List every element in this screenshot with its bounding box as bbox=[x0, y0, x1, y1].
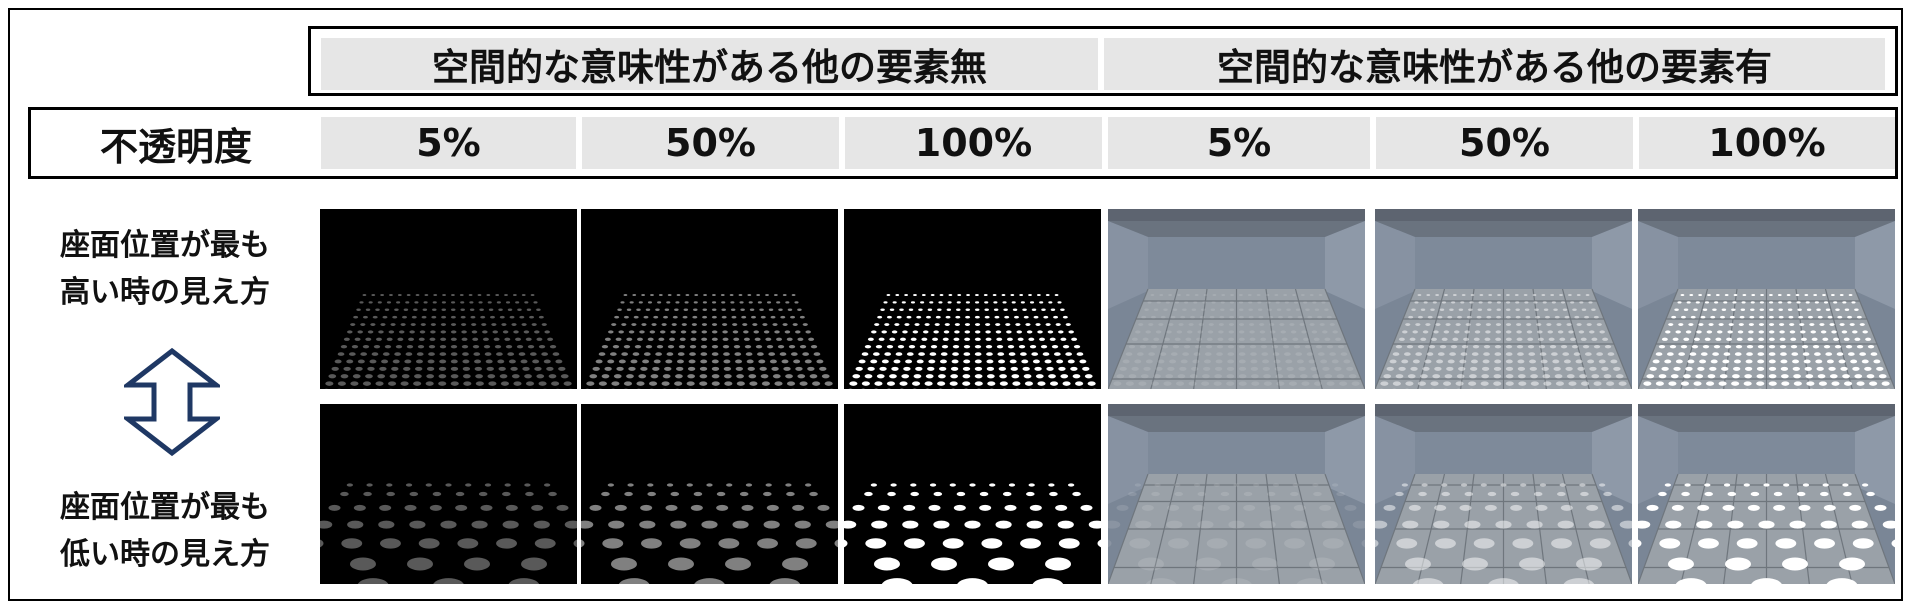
row-label-high: 座面位置が最も 高い時の見え方 bbox=[30, 222, 300, 316]
condition-header: 空間的な意味性がある他の要素無 空間的な意味性がある他の要素有 bbox=[308, 26, 1898, 96]
opacity-cell: 100% bbox=[1639, 117, 1895, 169]
rendered-view-low-black bbox=[320, 404, 577, 584]
row-label-low: 座面位置が最も 低い時の見え方 bbox=[30, 484, 300, 578]
opacity-cell: 100% bbox=[845, 117, 1102, 169]
opacity-header-label: 不透明度 bbox=[99, 124, 252, 169]
opacity-cell: 50% bbox=[582, 117, 839, 169]
rendered-view-low-black bbox=[844, 404, 1101, 584]
rendered-view-low-room bbox=[1108, 404, 1365, 584]
rendered-view-low-black bbox=[581, 404, 838, 584]
row-label-line: 低い時の見え方 bbox=[60, 537, 270, 572]
rendered-view-high-black bbox=[844, 209, 1101, 389]
rendered-view-low-room bbox=[1638, 404, 1895, 584]
opacity-cell: 5% bbox=[321, 117, 576, 169]
row-label-line: 高い時の見え方 bbox=[60, 275, 270, 310]
rendered-view-high-room bbox=[1108, 209, 1365, 389]
rendered-view-high-room bbox=[1375, 209, 1632, 389]
rendered-view-low-room bbox=[1375, 404, 1632, 584]
condition-with-elements: 空間的な意味性がある他の要素有 bbox=[1104, 38, 1885, 90]
rendered-view-high-black bbox=[581, 209, 838, 389]
opacity-header-row: 不透明度 5% 50% 100% 5% 50% 100% bbox=[28, 107, 1898, 179]
rendered-view-high-black bbox=[320, 209, 577, 389]
condition-without-elements: 空間的な意味性がある他の要素無 bbox=[321, 38, 1098, 90]
row-label-line: 座面位置が最も bbox=[60, 490, 270, 525]
row-label-line: 座面位置が最も bbox=[60, 228, 270, 263]
opacity-cell: 50% bbox=[1376, 117, 1633, 169]
up-down-arrow-icon bbox=[124, 347, 220, 457]
rendered-view-high-room bbox=[1638, 209, 1895, 389]
opacity-cell: 5% bbox=[1108, 117, 1370, 169]
